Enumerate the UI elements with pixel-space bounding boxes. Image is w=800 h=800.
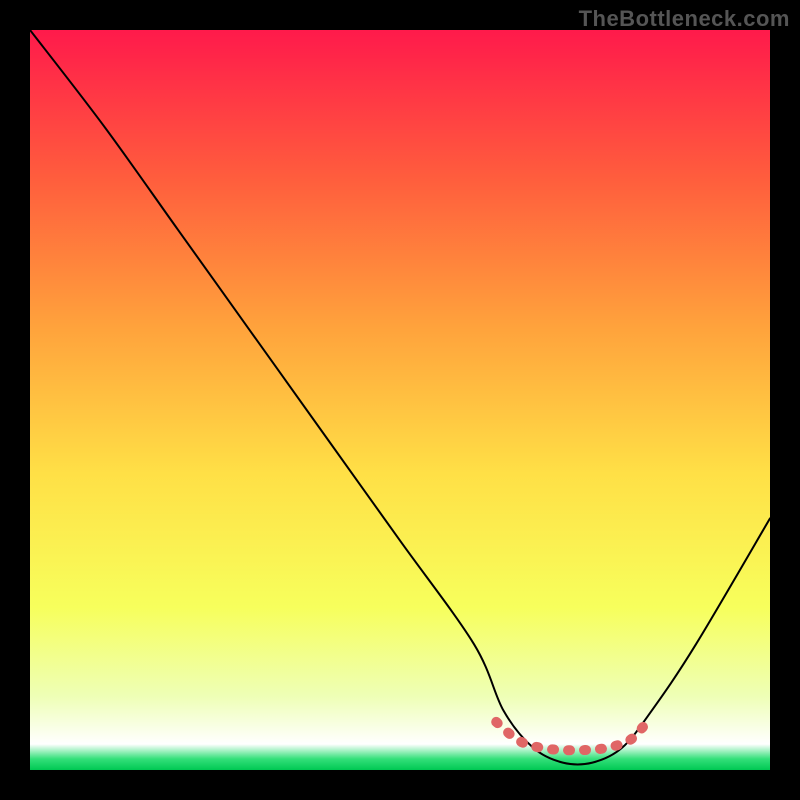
chart-plot-area: [30, 30, 770, 770]
watermark-text: TheBottleneck.com: [579, 6, 790, 32]
gradient-background: [30, 30, 770, 770]
chart-svg: [30, 30, 770, 770]
chart-container: TheBottleneck.com: [0, 0, 800, 800]
